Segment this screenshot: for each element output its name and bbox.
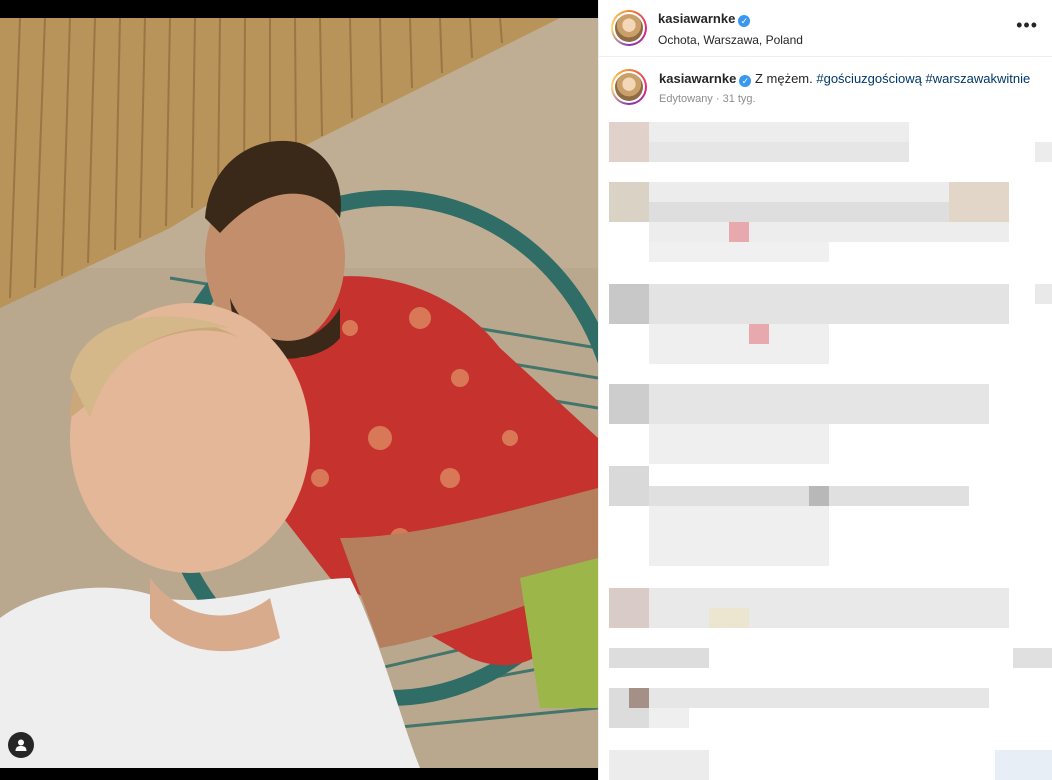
edited-timestamp: Edytowany · 31 tyg.	[659, 92, 756, 105]
pixel-block	[609, 750, 709, 780]
pixelated-comments	[599, 120, 1052, 780]
pixel-block	[1035, 142, 1052, 162]
pixel-block	[649, 284, 1009, 324]
pixel-block	[949, 182, 1009, 222]
photo-letterbox-top	[0, 0, 598, 18]
pixel-block	[609, 588, 649, 628]
pixel-block	[649, 688, 989, 708]
pixel-block	[649, 142, 909, 162]
pixel-block	[609, 648, 709, 668]
user-tag-icon	[15, 739, 27, 751]
pixel-block	[649, 202, 949, 222]
pixel-block	[729, 222, 749, 242]
pixel-block	[809, 486, 829, 506]
pixel-block	[649, 324, 829, 364]
pixel-block	[1035, 284, 1052, 304]
user-tag-button[interactable]	[8, 732, 34, 758]
pixel-block	[649, 242, 829, 262]
pixel-block	[609, 384, 649, 424]
avatar[interactable]	[611, 10, 647, 46]
post-photo[interactable]	[0, 18, 598, 768]
hashtag-link[interactable]: #gościuzgościową	[816, 71, 922, 86]
pixel-block	[649, 122, 909, 142]
pixel-block	[609, 466, 649, 506]
pixel-block	[629, 688, 649, 708]
pixel-block	[609, 182, 649, 222]
header-username[interactable]: kasiawarnke	[658, 11, 735, 26]
hashtag-link[interactable]: #warszawakwitnie	[926, 71, 1031, 86]
pixel-block	[995, 750, 1052, 780]
verified-badge-icon: ✓	[738, 14, 751, 27]
caption: kasiawarnke ✓ Z mężem. #gościuzgościową #…	[599, 57, 1052, 107]
location-link[interactable]: Ochota, Warszawa, Poland	[658, 33, 803, 48]
pixel-block	[649, 506, 829, 566]
caption-text: Z mężem.	[751, 71, 817, 86]
pixel-block	[609, 122, 649, 162]
pixel-block	[649, 222, 1009, 242]
caption-verified-badge-icon: ✓	[739, 75, 752, 87]
photo-letterbox-bottom	[0, 768, 598, 780]
pixel-block	[649, 708, 689, 728]
more-options-icon[interactable]: •••	[1016, 16, 1038, 34]
post-sidebar: kasiawarnke ✓ Ochota, Warszawa, Poland ••…	[598, 0, 1052, 780]
pixel-block	[649, 424, 829, 464]
pixel-block	[609, 284, 649, 324]
caption-username[interactable]: kasiawarnke	[659, 71, 736, 86]
pixel-block	[749, 324, 769, 344]
pixel-block	[649, 588, 1009, 628]
pixel-block	[1013, 648, 1052, 668]
pixel-block	[709, 608, 749, 628]
post-header: kasiawarnke ✓ Ochota, Warszawa, Poland ••…	[599, 0, 1052, 57]
post-photo-panel	[0, 0, 598, 780]
caption-avatar[interactable]	[611, 69, 647, 105]
pixel-block	[649, 384, 989, 424]
